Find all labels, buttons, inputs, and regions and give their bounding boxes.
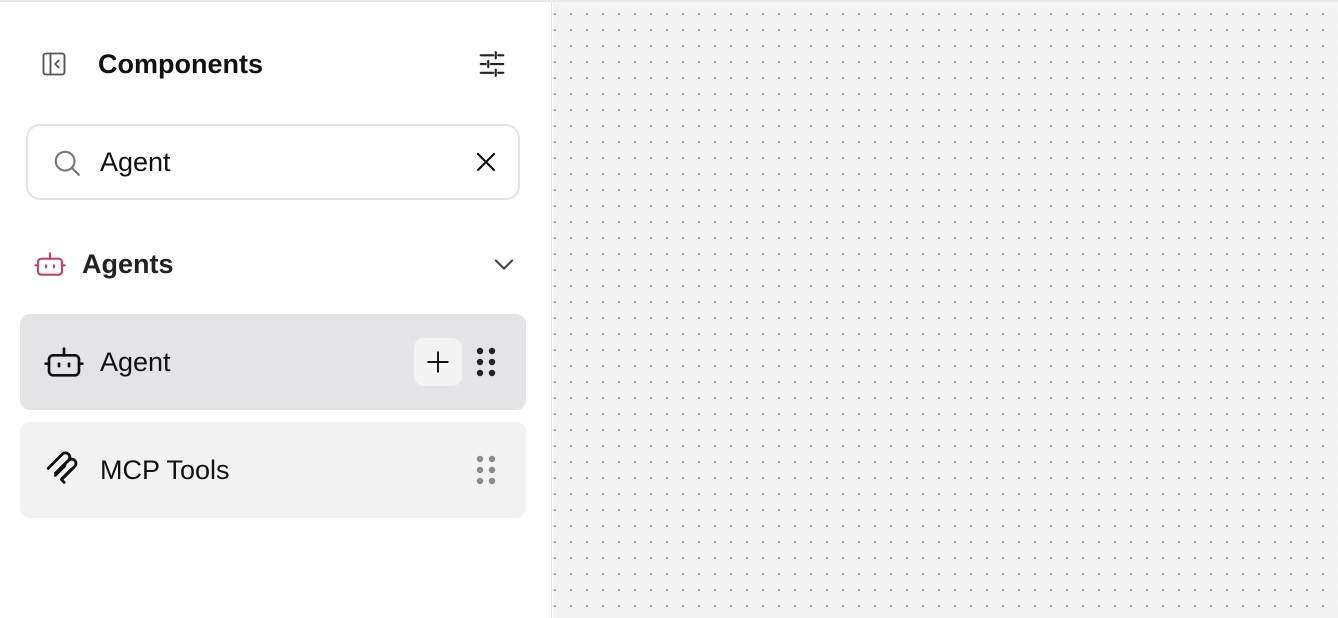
chevron-down-icon: [494, 259, 514, 270]
search-icon: [54, 150, 80, 176]
plus-icon: [427, 351, 449, 373]
mcp-icon: [46, 451, 78, 484]
robot-icon: [34, 252, 66, 276]
flow-canvas[interactable]: [553, 2, 1338, 618]
collapse-sidebar-button[interactable]: [36, 46, 72, 82]
category-agents-header[interactable]: Agents: [20, 240, 526, 288]
component-item-agent[interactable]: Agent: [20, 314, 526, 410]
drag-handle-icon[interactable]: [472, 454, 500, 486]
app-window: Components Agent Agents Agent MCP Tools: [0, 0, 1338, 618]
panel-title: Components: [98, 49, 263, 79]
component-item-mcp-tools[interactable]: MCP Tools: [20, 422, 526, 518]
search-box: [26, 124, 520, 200]
filter-settings-button[interactable]: [472, 44, 512, 84]
clear-search-button[interactable]: [470, 146, 502, 178]
category-label: Agents: [82, 249, 174, 279]
component-item-label: MCP Tools: [100, 455, 230, 485]
robot-icon: [44, 347, 84, 377]
components-sidebar: Components Agent Agents Agent MCP Tools: [0, 2, 552, 618]
drag-handle-icon[interactable]: [472, 346, 500, 378]
sidebar-collapse-icon: [42, 52, 66, 76]
component-item-label: Agent: [100, 347, 171, 377]
sliders-icon: [479, 51, 505, 77]
close-icon: [476, 152, 496, 172]
search-input[interactable]: [100, 142, 460, 182]
add-component-button[interactable]: [414, 338, 462, 386]
